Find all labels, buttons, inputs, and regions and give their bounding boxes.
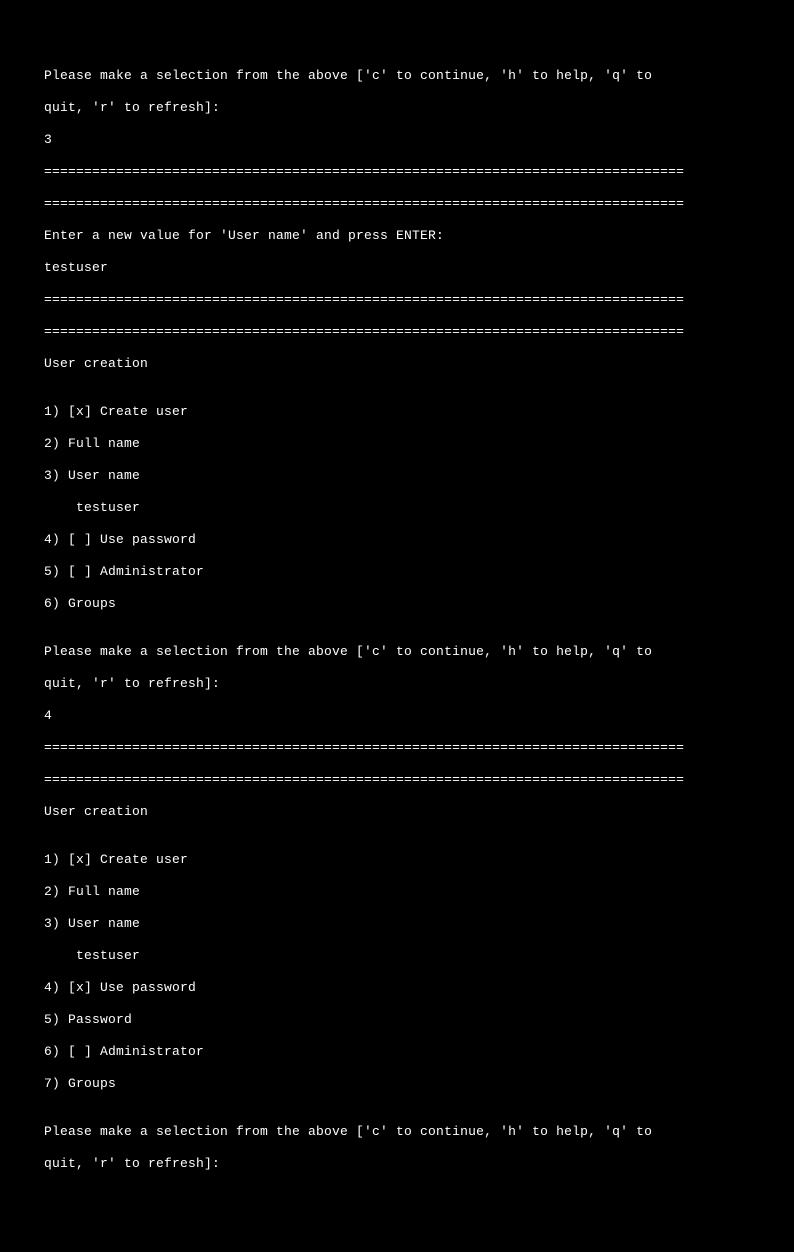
menu-item-user-name[interactable]: 3) User name <box>44 468 794 484</box>
divider: ========================================… <box>44 292 794 308</box>
divider: ========================================… <box>44 164 794 180</box>
prompt-line: Please make a selection from the above [… <box>44 1124 794 1140</box>
prompt-line: Please make a selection from the above [… <box>44 68 794 84</box>
menu-title: User creation <box>44 356 794 372</box>
menu-item-create-user[interactable]: 1) [x] Create user <box>44 404 794 420</box>
menu-item-value: testuser <box>44 948 794 964</box>
menu-item-groups[interactable]: 7) Groups <box>44 1076 794 1092</box>
user-input[interactable]: 4 <box>44 708 794 724</box>
menu-item-value: testuser <box>44 500 794 516</box>
prompt-line: Please make a selection from the above [… <box>44 644 794 660</box>
enter-value-prompt: Enter a new value for 'User name' and pr… <box>44 228 794 244</box>
menu-item-full-name[interactable]: 2) Full name <box>44 436 794 452</box>
prompt-line: quit, 'r' to refresh]: <box>44 676 794 692</box>
menu-item-groups[interactable]: 6) Groups <box>44 596 794 612</box>
divider: ========================================… <box>44 196 794 212</box>
menu-item-password[interactable]: 5) Password <box>44 1012 794 1028</box>
menu-item-administrator[interactable]: 6) [ ] Administrator <box>44 1044 794 1060</box>
menu-title: User creation <box>44 804 794 820</box>
menu-item-create-user[interactable]: 1) [x] Create user <box>44 852 794 868</box>
menu-item-administrator[interactable]: 5) [ ] Administrator <box>44 564 794 580</box>
menu-item-use-password[interactable]: 4) [ ] Use password <box>44 532 794 548</box>
prompt-line: quit, 'r' to refresh]: <box>44 1156 794 1172</box>
user-input[interactable]: 3 <box>44 132 794 148</box>
divider: ========================================… <box>44 772 794 788</box>
menu-item-full-name[interactable]: 2) Full name <box>44 884 794 900</box>
user-input[interactable]: testuser <box>44 260 794 276</box>
prompt-line: quit, 'r' to refresh]: <box>44 100 794 116</box>
divider: ========================================… <box>44 324 794 340</box>
menu-item-use-password[interactable]: 4) [x] Use password <box>44 980 794 996</box>
menu-item-user-name[interactable]: 3) User name <box>44 916 794 932</box>
divider: ========================================… <box>44 740 794 756</box>
